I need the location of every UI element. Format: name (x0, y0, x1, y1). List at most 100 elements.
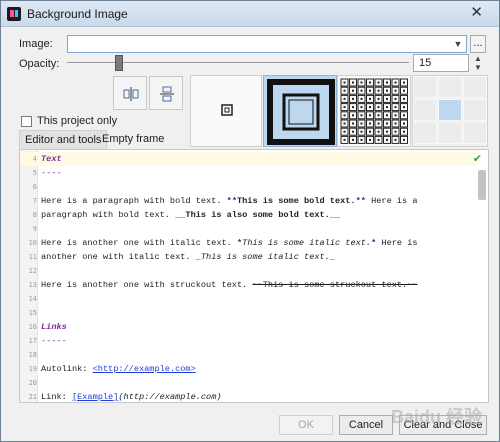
anchor-top-left[interactable] (413, 76, 437, 98)
flip-vertical-button[interactable] (149, 76, 183, 110)
line-number: 17 (28, 337, 37, 345)
markup-token: __ (175, 210, 186, 220)
close-icon[interactable]: ✕ (470, 4, 483, 22)
tile-cell-dot (377, 130, 380, 133)
tile-cell-dot (360, 130, 363, 133)
tile-cell-dot (369, 138, 371, 141)
tile-preview-icon (340, 78, 408, 144)
tile-cell-dot (352, 106, 354, 109)
background-image-dialog: Background Image ✕ Image: ▼ ... Opacity:… (0, 0, 500, 442)
code-line: 14 (20, 292, 476, 306)
tile-cell-dot (352, 114, 354, 117)
code-segment: (http://example.com) (118, 392, 222, 402)
tile-cell-dot (394, 138, 397, 141)
fill-option-tile[interactable] (337, 75, 411, 147)
flip-horizontal-icon (123, 87, 139, 101)
anchor-top[interactable] (438, 76, 462, 98)
link-text: <http://example.com> (92, 364, 196, 374)
project-only-checkbox[interactable] (21, 116, 32, 127)
code-line: 7 Here is a paragraph with bold text. **T… (20, 194, 476, 208)
code-text: Here is another one with struckout text.… (41, 278, 417, 292)
tile-cell-dot (386, 97, 388, 100)
flip-horizontal-button[interactable] (113, 76, 147, 110)
watermark: Baidu 经验 (391, 407, 483, 427)
line-number: 4 (32, 155, 37, 163)
opacity-spinner[interactable]: ▲ ▼ (471, 54, 485, 72)
line-number: 18 (28, 351, 37, 359)
link-text: [Example] (71, 392, 119, 402)
browse-button[interactable]: ... (470, 35, 486, 53)
code-text: ---- (41, 166, 62, 180)
code-segment: Link: (41, 392, 72, 402)
fill-option-scale[interactable] (263, 75, 337, 147)
tile-cell-dot (352, 122, 354, 125)
title-bar: Background Image ✕ (1, 1, 499, 27)
code-text: another one with italic text. _This is s… (41, 250, 335, 264)
line-number: 9 (32, 225, 37, 233)
tile-cell-dot (403, 97, 405, 100)
code-line: 16 Links (20, 320, 476, 334)
code-segment: Links (41, 322, 67, 332)
code-text: Links (41, 320, 67, 334)
tile-cell-dot (394, 89, 397, 92)
opacity-slider-thumb[interactable] (115, 55, 123, 71)
code-line: 10 Here is another one with italic text. … (20, 236, 476, 250)
anchor-bottom-left[interactable] (413, 122, 437, 144)
code-line: 19 Autolink: <http://example.com> (20, 362, 476, 376)
editor-scrollbar[interactable] (477, 168, 487, 400)
anchor-top-right[interactable] (463, 76, 487, 98)
line-number: 13 (28, 281, 37, 289)
anchor-left[interactable] (413, 99, 437, 121)
code-line: 17 ----- (20, 334, 476, 348)
tile-cell-dot (403, 106, 405, 109)
code-segment: paragraph with bold text. (41, 210, 176, 220)
tile-cell-dot (403, 81, 405, 84)
tile-cell-dot (352, 81, 354, 84)
tile-cell-dot (343, 130, 346, 133)
code-text: Text (41, 152, 62, 166)
code-segment: ---- (41, 168, 62, 178)
line-number: 6 (32, 183, 37, 191)
anchor-grid[interactable] (412, 75, 488, 147)
image-path-input[interactable] (67, 35, 467, 53)
anchor-center[interactable] (438, 99, 462, 121)
anchor-bottom[interactable] (438, 122, 462, 144)
tab-empty-frame[interactable]: Empty frame (97, 130, 169, 149)
tile-cell-dot (377, 114, 380, 117)
chevron-down-icon[interactable]: ▼ (450, 36, 466, 52)
tile-cell-dot (343, 138, 346, 141)
tile-cell-dot (360, 97, 363, 100)
code-line: 9 (20, 222, 476, 236)
markup-token: __ (329, 210, 341, 220)
anchor-bottom-right[interactable] (463, 122, 487, 144)
fill-option-center[interactable] (190, 75, 262, 147)
tile-cell-dot (386, 114, 388, 117)
tile-cell-dot (386, 138, 388, 141)
opacity-field[interactable]: 15 (413, 54, 469, 72)
tile-cell-dot (343, 97, 346, 100)
line-number: 12 (28, 267, 37, 275)
tab-editor-and-tools[interactable]: Editor and tools (19, 130, 108, 149)
editor-preview[interactable]: ✔ 4 Text 5 ---- 6 7 Here is a paragraph with b… (19, 149, 489, 403)
markup-token: ** (355, 196, 366, 206)
editor-scrollbar-thumb[interactable] (478, 170, 486, 200)
tile-cell-dot (352, 138, 354, 141)
code-text: ----- (41, 334, 67, 348)
tile-cell-dot (360, 89, 363, 92)
line-number: 14 (28, 295, 37, 303)
tile-cell-dot (403, 130, 405, 133)
tile-cell-dot (394, 130, 397, 133)
anchor-right[interactable] (463, 99, 487, 121)
tile-cell-dot (369, 106, 371, 109)
ok-button[interactable]: OK (279, 415, 333, 435)
line-number: 11 (28, 253, 37, 261)
code-text: paragraph with bold text. __This is also… (41, 208, 340, 222)
code-segment: Here is (376, 238, 418, 248)
tile-cell-dot (369, 81, 371, 84)
center-preview-icon (221, 104, 233, 116)
cancel-button[interactable]: Cancel (339, 415, 393, 435)
markup-token: _ (329, 252, 335, 262)
window-title: Background Image (27, 7, 128, 21)
tile-cell-dot (394, 122, 397, 125)
code-text: Autolink: <http://example.com> (41, 362, 196, 376)
